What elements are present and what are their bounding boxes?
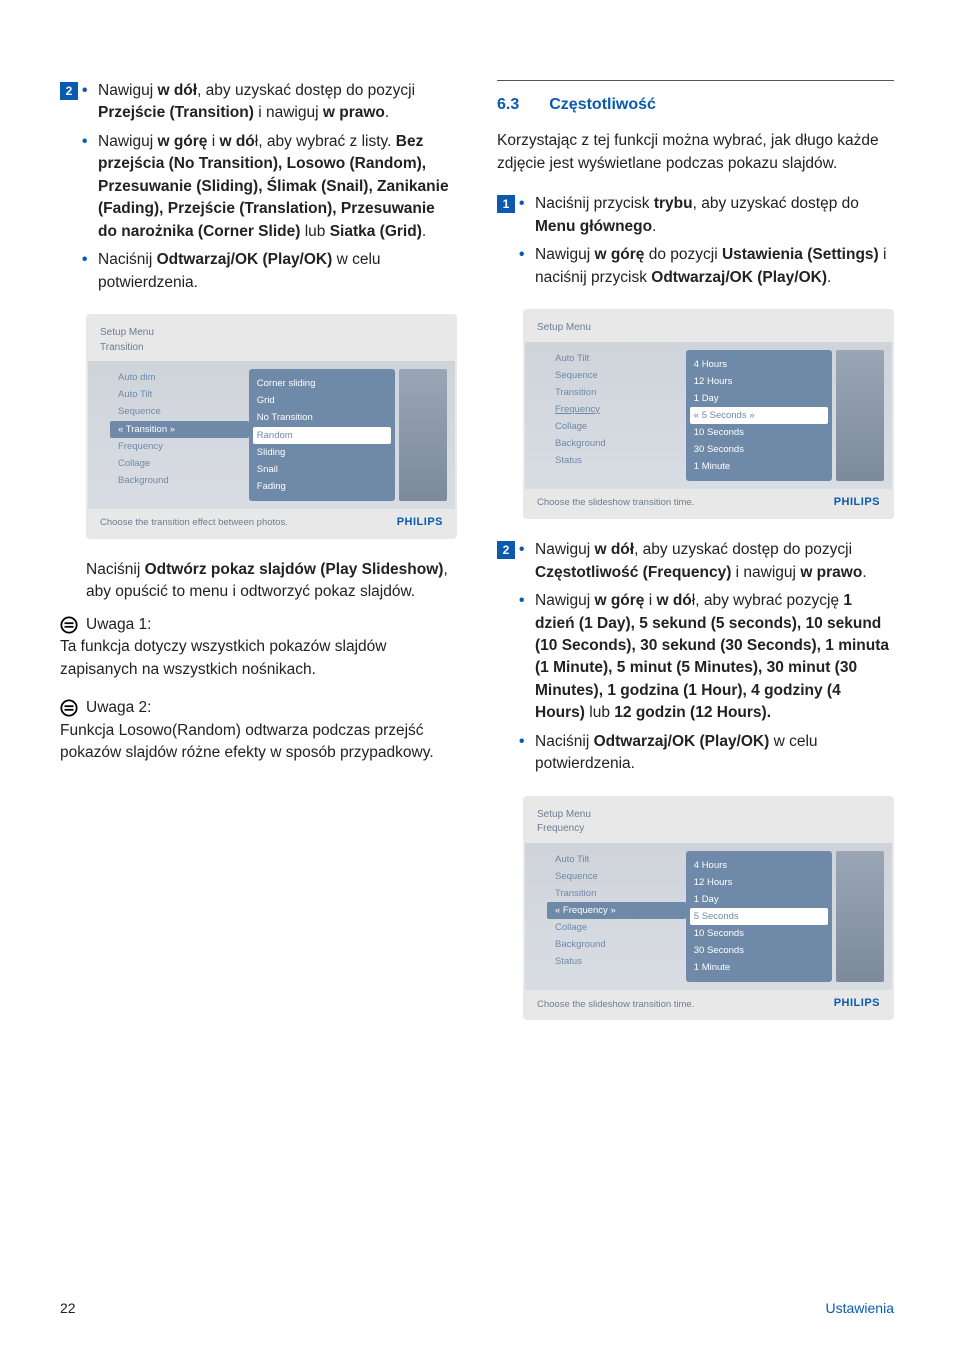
note-1-title: Uwaga 1: xyxy=(86,614,151,636)
note-2-title: Uwaga 2: xyxy=(86,697,151,719)
ui-right-list: 4 Hours12 Hours1 Day5 Seconds10 Seconds3… xyxy=(686,851,832,983)
section-intro: Korzystając z tej funkcji można wybrać, … xyxy=(497,130,894,175)
note-2-head: Uwaga 2: xyxy=(60,697,457,719)
ui-hint: Choose the transition effect between pho… xyxy=(100,516,288,530)
post-ui-paragraph: Naciśnij Odtwórz pokaz slajdów (Play Sli… xyxy=(86,559,457,604)
philips-logo: PHILIPS xyxy=(834,996,880,1012)
ui-header: Setup Menu Transition xyxy=(86,324,457,361)
note-icon xyxy=(60,616,78,634)
section-number: 6.3 xyxy=(497,93,519,116)
step-1-block: 1 Naciśnij przycisk trybu, aby uzyskać d… xyxy=(497,193,894,295)
right-column: 6.3 Częstotliwość Korzystając z tej funk… xyxy=(497,80,894,1040)
page-number: 22 xyxy=(60,1298,76,1318)
ui-header: Setup Menu xyxy=(523,319,894,342)
step-2-block: 2 Nawiguj w dół, aby uzyskać dostęp do p… xyxy=(60,80,457,300)
philips-logo: PHILIPS xyxy=(834,495,880,511)
step2-bullet-3: Naciśnij Odtwarzaj/OK (Play/OK) w celu p… xyxy=(82,249,457,294)
ui-screenshot-transition: Setup Menu Transition Auto dimAuto TiltS… xyxy=(86,314,457,539)
page-footer: 22 Ustawienia xyxy=(60,1298,894,1318)
ui-screenshot-frequency-top: Setup Menu Auto TiltSequenceTransitionFr… xyxy=(523,309,894,519)
step-marker-2: 2 xyxy=(497,541,515,559)
section-title: Częstotliwość xyxy=(549,93,656,116)
ui-right-list: Corner slidingGridNo TransitionRandomSli… xyxy=(249,369,395,501)
step1-bullet-2: Nawiguj w górę do pozycji Ustawienia (Se… xyxy=(519,244,894,289)
step-2-block-right: 2 Nawiguj w dół, aby uzyskać dostęp do p… xyxy=(497,539,894,782)
footer-section: Ustawienia xyxy=(826,1298,894,1318)
rstep2-bullet-3: Naciśnij Odtwarzaj/OK (Play/OK) w celu p… xyxy=(519,731,894,776)
ui-screenshot-frequency-bottom: Setup Menu Frequency Auto TiltSequenceTr… xyxy=(523,796,894,1021)
note-2-body: Funkcja Losowo(Random) odtwarza podczas … xyxy=(60,720,457,765)
ui-preview-photo xyxy=(399,369,448,501)
note-icon xyxy=(60,699,78,717)
ui-left-list: Auto dimAuto TiltSequence« Transition »F… xyxy=(96,369,249,501)
left-column: 2 Nawiguj w dół, aby uzyskać dostęp do p… xyxy=(60,80,457,1040)
ui-header: Setup Menu Frequency xyxy=(523,806,894,843)
ui-left-list: Auto TiltSequenceTransitionFrequencyColl… xyxy=(533,350,686,482)
ui-right-list: 4 Hours12 Hours1 Day« 5 Seconds »10 Seco… xyxy=(686,350,832,482)
note-1-head: Uwaga 1: xyxy=(60,614,457,636)
ui-left-list: Auto TiltSequenceTransition« Frequency »… xyxy=(533,851,686,983)
step1-bullet-1: Naciśnij przycisk trybu, aby uzyskać dos… xyxy=(519,193,894,238)
ui-preview-photo xyxy=(836,851,885,983)
rstep2-bullet-2: Nawiguj w górę i w dół, aby wybrać pozyc… xyxy=(519,590,894,725)
note-1-body: Ta funkcja dotyczy wszystkich pokazów sl… xyxy=(60,636,457,681)
philips-logo: PHILIPS xyxy=(397,515,443,531)
step2-bullet-1: Nawiguj w dół, aby uzyskać dostęp do poz… xyxy=(82,80,457,125)
ui-preview-photo xyxy=(836,350,885,482)
section-heading: 6.3 Częstotliwość xyxy=(497,80,894,116)
step-marker-2: 2 xyxy=(60,82,78,100)
step2-bullet-2: Nawiguj w górę i w dół, aby wybrać z lis… xyxy=(82,131,457,243)
step-marker-1: 1 xyxy=(497,195,515,213)
ui-hint: Choose the slideshow transition time. xyxy=(537,998,694,1012)
ui-hint: Choose the slideshow transition time. xyxy=(537,496,694,510)
rstep2-bullet-1: Nawiguj w dół, aby uzyskać dostęp do poz… xyxy=(519,539,894,584)
